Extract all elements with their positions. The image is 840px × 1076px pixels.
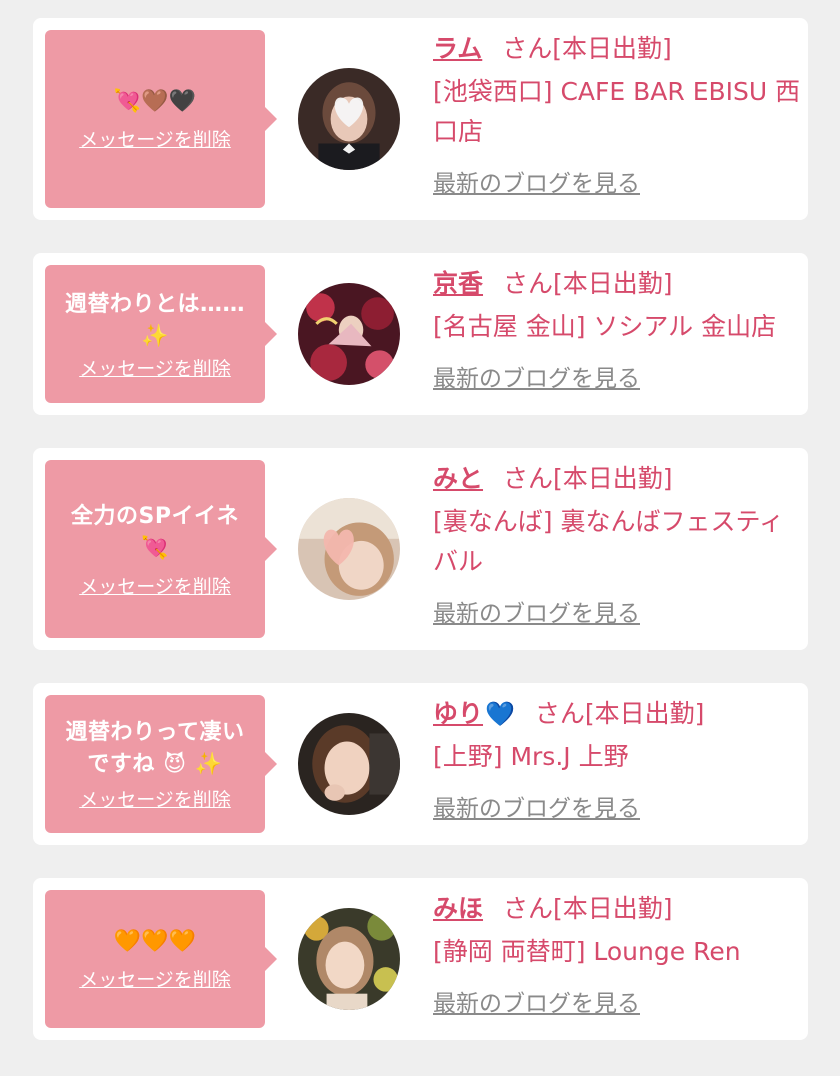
avatar[interactable] — [298, 908, 400, 1010]
cast-info: ゆり💙 さん[本日出勤] [上野] Mrs.J 上野 最新のブログを見る — [433, 697, 803, 823]
latest-blog-link[interactable]: 最新のブログを見る — [433, 359, 640, 393]
delete-message-link[interactable]: メッセージを削除 — [79, 785, 231, 812]
blue-heart-icon: 💙 — [485, 700, 515, 728]
message-bubble: 週替わりって凄いですね 😈 ✨ メッセージを削除 — [45, 695, 277, 833]
photo-avatar-icon — [298, 713, 400, 815]
emoji-message: 💘 — [141, 535, 169, 561]
message-bubble: 🧡🧡🧡 メッセージを削除 — [45, 890, 277, 1028]
cast-status: さん[本日出勤] — [503, 894, 673, 923]
cast-status: さん[本日出勤] — [502, 34, 672, 63]
latest-blog-link[interactable]: 最新のブログを見る — [433, 164, 640, 198]
shop-name: [静岡 両替町] Lounge Ren — [433, 937, 741, 966]
message-text: 週替わりって凄いですね 😈 ✨ — [65, 719, 245, 777]
list-item: 💘🤎🖤 メッセージを削除 ラム さん[本日出勤] [池袋西口] CAFE BAR … — [33, 18, 808, 220]
cast-name-link[interactable]: 京香 — [433, 269, 483, 298]
shop-name: [上野] Mrs.J 上野 — [433, 742, 629, 771]
message-bubble: 全力のSPイイネ 💘 メッセージを削除 — [45, 460, 277, 638]
photo-avatar-icon — [298, 68, 400, 170]
cast-info: みと さん[本日出勤] [裏なんば] 裏なんばフェスティバル 最新のブログを見る — [433, 462, 803, 628]
list-item: 週替わりって凄いですね 😈 ✨ メッセージを削除 ゆり💙 さん[本日出勤] [上野… — [33, 683, 808, 845]
shop-name: [池袋西口] CAFE BAR EBISU 西口店 — [433, 77, 801, 146]
cast-status: さん[本日出勤] — [534, 699, 705, 728]
cast-name-link[interactable]: みほ — [433, 894, 483, 923]
message-bubble: 週替わりとは…… ✨ メッセージを削除 — [45, 265, 277, 403]
photo-avatar-icon — [298, 283, 400, 385]
photo-avatar-icon — [298, 908, 400, 1010]
message-text: 週替わりとは…… — [64, 291, 245, 317]
list-item: 🧡🧡🧡 メッセージを削除 みほ さん[本日出勤] [静岡 両替町] Lounge … — [33, 878, 808, 1040]
avatar[interactable] — [298, 283, 400, 385]
avatar[interactable] — [298, 498, 400, 600]
delete-message-link[interactable]: メッセージを削除 — [79, 572, 231, 599]
latest-blog-link[interactable]: 最新のブログを見る — [433, 984, 640, 1018]
cast-info: ラム さん[本日出勤] [池袋西口] CAFE BAR EBISU 西口店 最新の… — [433, 32, 803, 198]
avatar[interactable] — [298, 713, 400, 815]
avatar[interactable] — [298, 68, 400, 170]
emoji-message: ✨ — [141, 323, 169, 349]
list-item: 週替わりとは…… ✨ メッセージを削除 京香 さん[本日出勤] [名古屋 金山] … — [33, 253, 808, 415]
latest-blog-link[interactable]: 最新のブログを見る — [433, 594, 640, 628]
cast-name-link[interactable]: ゆり — [433, 699, 483, 728]
emoji-message: 🧡🧡🧡 — [113, 928, 197, 954]
cast-name-link[interactable]: みと — [433, 464, 483, 493]
shop-name: [名古屋 金山] ソシアル 金山店 — [433, 312, 777, 341]
message-bubble: 💘🤎🖤 メッセージを削除 — [45, 30, 277, 208]
message-list: 💘🤎🖤 メッセージを削除 ラム さん[本日出勤] [池袋西口] CAFE BAR … — [0, 0, 840, 1076]
cast-info: みほ さん[本日出勤] [静岡 両替町] Lounge Ren 最新のブログを見る — [433, 892, 803, 1018]
emoji-message: 💘🤎🖤 — [113, 88, 197, 114]
cast-info: 京香 さん[本日出勤] [名古屋 金山] ソシアル 金山店 最新のブログを見る — [433, 267, 803, 393]
delete-message-link[interactable]: メッセージを削除 — [79, 125, 231, 152]
delete-message-link[interactable]: メッセージを削除 — [79, 965, 231, 992]
message-text: 全力のSPイイネ — [71, 503, 239, 529]
photo-avatar-icon — [298, 498, 400, 600]
emoji-message: 😈 ✨ — [163, 751, 223, 777]
cast-status: さん[本日出勤] — [503, 464, 673, 493]
cast-status: さん[本日出勤] — [503, 269, 673, 298]
shop-name: [裏なんば] 裏なんばフェスティバル — [433, 507, 784, 576]
delete-message-link[interactable]: メッセージを削除 — [79, 354, 231, 381]
cast-name-link[interactable]: ラム — [433, 34, 482, 63]
latest-blog-link[interactable]: 最新のブログを見る — [433, 789, 640, 823]
list-item: 全力のSPイイネ 💘 メッセージを削除 みと さん[本日出勤] [裏なんば] 裏な… — [33, 448, 808, 650]
